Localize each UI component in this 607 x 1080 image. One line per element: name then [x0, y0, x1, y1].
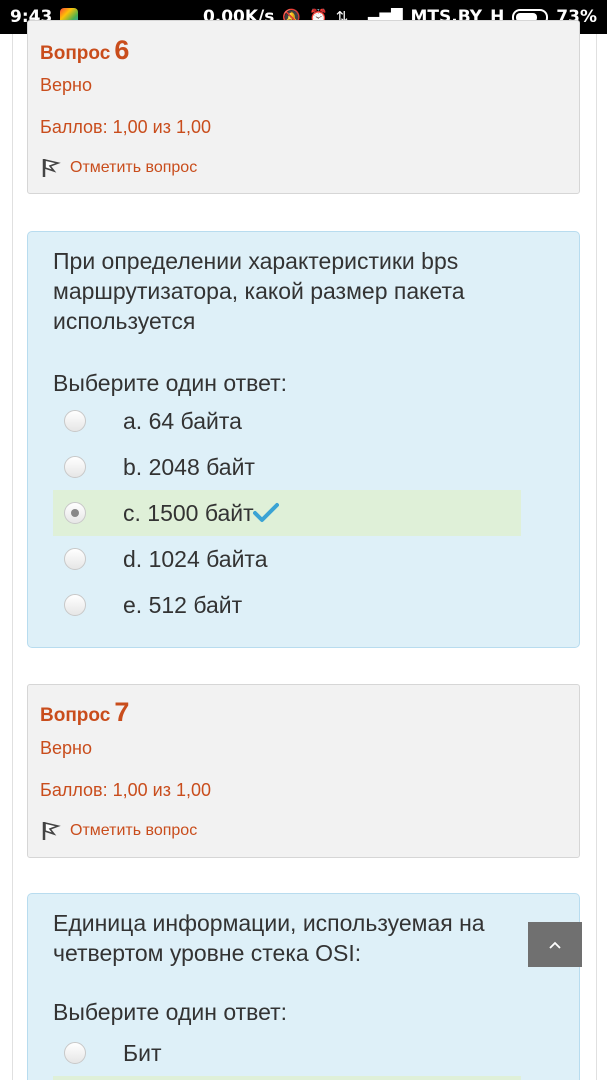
radio-button[interactable]: [64, 1042, 86, 1064]
radio-button[interactable]: [64, 548, 86, 570]
check-icon: [253, 503, 279, 522]
answer-option[interactable]: a. 64 байта: [53, 398, 521, 444]
chevron-up-icon: [549, 941, 561, 949]
answer-label: e. 512 байт: [123, 591, 243, 618]
answer-prompt: Выберите один ответ:: [53, 999, 288, 1025]
question-text: Единица информации, используемая на четв…: [53, 910, 485, 966]
answer-option[interactable]: Бит: [53, 1030, 521, 1076]
answer-label: c. 1500 байт: [123, 499, 254, 526]
answer-prompt: Выберите один ответ:: [53, 370, 288, 396]
question-text: При определении характеристики bps маршр…: [53, 248, 465, 334]
answer-option-correct[interactable]: c. 1500 байт: [53, 490, 521, 536]
flag-label: Отметить вопрос: [70, 159, 198, 176]
question-number: 7: [114, 697, 130, 727]
answer-label: b. 2048 байт: [123, 453, 255, 480]
answer-option[interactable]: b. 2048 байт: [53, 444, 521, 490]
question-content-7: Единица информации, используемая на четв…: [27, 893, 580, 1080]
answer-label: a. 64 байта: [123, 407, 242, 434]
question-title: Вопрос 7: [40, 697, 129, 728]
question-info-7: Вопрос 7 Верно Баллов: 1,00 из 1,00 Отмет…: [27, 684, 580, 858]
radio-button-selected[interactable]: [64, 502, 86, 524]
question-number: 6: [114, 35, 130, 65]
answer-label: Бит: [123, 1039, 162, 1066]
radio-button[interactable]: [64, 410, 86, 432]
scroll-to-top-button[interactable]: [528, 922, 582, 967]
flag-question-link[interactable]: Отметить вопрос: [40, 157, 197, 179]
radio-button[interactable]: [64, 456, 86, 478]
question-state: Верно: [40, 738, 92, 758]
question-grade: Баллов: 1,00 из 1,00: [40, 117, 211, 137]
flag-label: Отметить вопрос: [70, 822, 198, 839]
question-content-6: При определении характеристики bps маршр…: [27, 231, 580, 648]
answer-option-correct[interactable]: [53, 1076, 521, 1080]
answer-option[interactable]: d. 1024 байта: [53, 536, 521, 582]
flag-question-link[interactable]: Отметить вопрос: [40, 820, 197, 842]
flag-icon: [42, 821, 61, 840]
question-label: Вопрос: [40, 705, 111, 726]
radio-button[interactable]: [64, 594, 86, 616]
question-label: Вопрос: [40, 43, 111, 64]
answer-option[interactable]: e. 512 байт: [53, 582, 521, 628]
question-grade: Баллов: 1,00 из 1,00: [40, 780, 211, 800]
question-info-6: Вопрос 6 Верно Баллов: 1,00 из 1,00 Отмет…: [27, 20, 580, 194]
question-title: Вопрос 6: [40, 35, 129, 66]
question-state: Верно: [40, 75, 92, 95]
flag-icon: [42, 158, 61, 177]
answer-label: d. 1024 байта: [123, 545, 268, 572]
